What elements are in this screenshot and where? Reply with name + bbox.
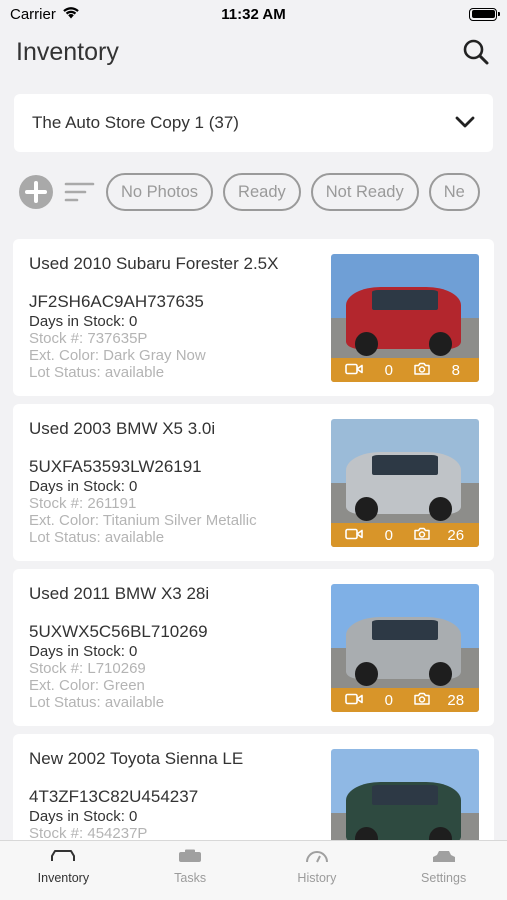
vehicle-card[interactable]: Used 2010 Subaru Forester 2.5X JF2SH6AC9…	[13, 239, 494, 396]
car-icon	[50, 849, 76, 868]
status-time: 11:32 AM	[221, 5, 286, 23]
vehicle-card[interactable]: Used 2011 BMW X3 28i 5UXWX5C56BL710269 D…	[13, 569, 494, 726]
chip-no-photos[interactable]: No Photos	[106, 173, 214, 211]
media-count-bar: 0 28	[331, 688, 479, 712]
video-camera-icon	[345, 692, 364, 709]
chip-new[interactable]: Ne	[428, 173, 480, 211]
tab-history[interactable]: History	[254, 841, 381, 900]
photo-count: 26	[447, 526, 465, 544]
vehicle-list[interactable]: Used 2010 Subaru Forester 2.5X JF2SH6AC9…	[13, 239, 494, 840]
vehicle-photo[interactable]: 0 8	[331, 254, 479, 382]
video-count: 0	[384, 691, 393, 709]
vehicle-photo[interactable]: 0 26	[331, 419, 479, 547]
media-count-bar: 0 26	[331, 523, 479, 547]
store-selector-value: The Auto Store Copy 1 (37)	[32, 113, 239, 132]
tab-label: Settings	[421, 871, 467, 885]
tab-label: Inventory	[37, 871, 90, 885]
tasks-icon	[177, 849, 203, 868]
header: Inventory	[0, 28, 507, 76]
vehicle-card[interactable]: New 2002 Toyota Sienna LE 4T3ZF13C82U454…	[13, 734, 494, 840]
camera-icon	[414, 692, 430, 709]
photo-count: 8	[451, 361, 460, 379]
camera-icon	[414, 362, 430, 379]
history-icon	[304, 849, 330, 868]
store-selector[interactable]: The Auto Store Copy 1 (37)	[14, 94, 493, 152]
tab-label: History	[297, 871, 337, 885]
page-title: Inventory	[16, 37, 119, 66]
add-filter-icon[interactable]	[18, 174, 54, 210]
video-camera-icon	[345, 362, 364, 379]
battery-icon	[469, 7, 500, 21]
photo-car-window	[372, 619, 438, 641]
tab-inventory[interactable]: Inventory	[0, 841, 127, 900]
search-icon[interactable]	[461, 37, 491, 67]
status-bar: Carrier 11:32 AM	[0, 0, 507, 28]
vehicle-card[interactable]: Used 2003 BMW X5 3.0i 5UXFA53593LW26191 …	[13, 404, 494, 561]
photo-car-window	[372, 289, 438, 311]
video-count: 0	[384, 526, 393, 544]
vehicle-photo[interactable]: 0 28	[331, 584, 479, 712]
sort-icon[interactable]	[64, 180, 96, 204]
tab-label: Tasks	[174, 871, 207, 885]
filter-row: No Photos Ready Not Ready Ne	[18, 172, 507, 212]
tab-bar: Inventory Tasks History Settings	[0, 840, 507, 900]
vehicle-photo[interactable]	[331, 749, 479, 840]
tab-tasks[interactable]: Tasks	[127, 841, 254, 900]
video-count: 0	[384, 361, 393, 379]
photo-count: 28	[447, 691, 465, 709]
chip-ready[interactable]: Ready	[223, 173, 301, 211]
media-count-bar: 0 8	[331, 358, 479, 382]
video-camera-icon	[345, 527, 364, 544]
tab-settings[interactable]: Settings	[380, 841, 507, 900]
photo-car-window	[372, 454, 438, 476]
chip-not-ready[interactable]: Not Ready	[310, 173, 419, 211]
camera-icon	[414, 527, 430, 544]
settings-icon	[431, 849, 457, 868]
photo-car-window	[372, 784, 438, 806]
chevron-down-icon	[455, 113, 475, 133]
